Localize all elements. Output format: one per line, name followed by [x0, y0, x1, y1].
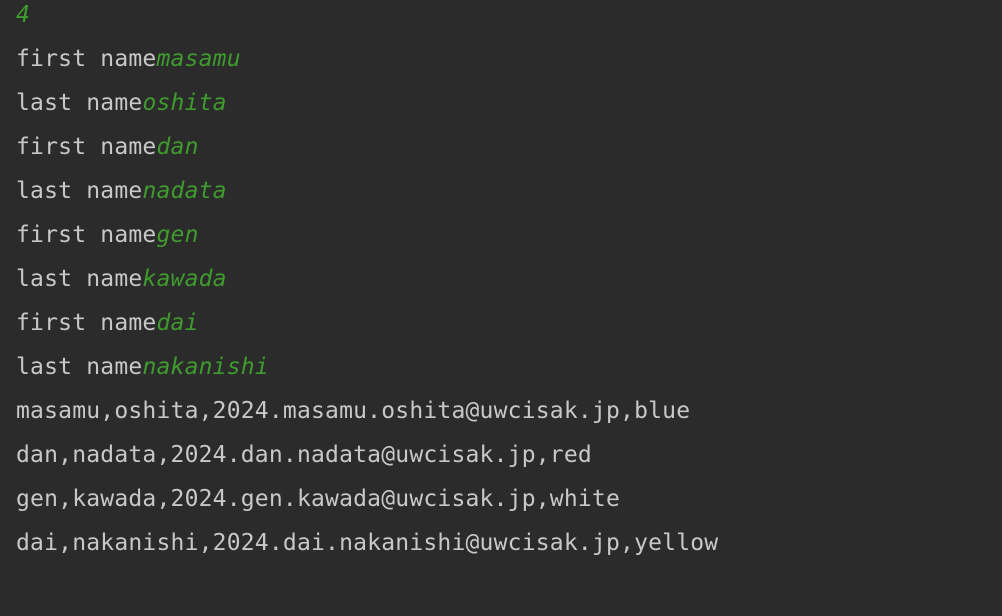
console-prompt-label: last name	[16, 266, 143, 292]
console-input-value: gen	[156, 222, 199, 248]
run-console-output: 4 first namemasamu last nameoshita first…	[0, 0, 1002, 616]
console-output-line: dai,nakanishi,2024.dai.nakanishi@uwcisak…	[16, 530, 719, 556]
console-prompt-line: last namenakanishi	[16, 352, 269, 396]
console-prompt-line: first namemasamu	[16, 44, 241, 88]
console-output-line: masamu,oshita,2024.masamu.oshita@uwcisak…	[16, 398, 691, 424]
console-input-value: dai	[156, 310, 199, 336]
console-prompt-label: last name	[16, 178, 143, 204]
console-prompt-line: last namenadata	[16, 176, 227, 220]
console-prompt-label: first name	[16, 310, 157, 336]
console-input-value: 4	[16, 2, 31, 28]
console-prompt-line: first namegen	[16, 220, 199, 264]
console-input-value: nakanishi	[142, 354, 269, 380]
console-prompt-label: first name	[16, 46, 157, 72]
console-prompt-line: first namedan	[16, 132, 199, 176]
console-input-value: nadata	[142, 178, 227, 204]
console-prompt-label: last name	[16, 90, 143, 116]
console-prompt-label: first name	[16, 222, 157, 248]
console-prompt-label: last name	[16, 354, 143, 380]
console-output-line: dan,nadata,2024.dan.nadata@uwcisak.jp,re…	[16, 442, 592, 468]
console-prompt-label: first name	[16, 134, 157, 160]
console-prompt-line: first namedai	[16, 308, 199, 352]
console-input-value: dan	[156, 134, 199, 160]
console-input-line: 4	[16, 0, 30, 44]
console-prompt-line: last nameoshita	[16, 88, 227, 132]
console-prompt-line: last namekawada	[16, 264, 227, 308]
console-input-value: kawada	[142, 266, 227, 292]
console-output-line: gen,kawada,2024.gen.kawada@uwcisak.jp,wh…	[16, 486, 621, 512]
console-input-value: masamu	[156, 46, 241, 72]
console-input-value: oshita	[142, 90, 227, 116]
